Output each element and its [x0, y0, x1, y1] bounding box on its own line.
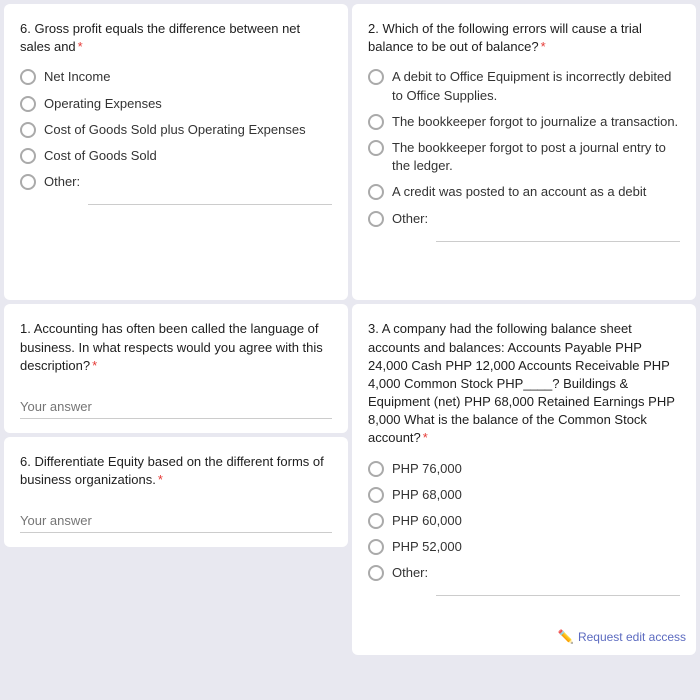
option-label: A credit was posted to an account as a d… — [392, 183, 646, 201]
option-label: PHP 68,000 — [392, 486, 462, 504]
radio-php68[interactable] — [368, 487, 384, 503]
q6-equity-question: 6. Differentiate Equity based on the dif… — [20, 453, 332, 489]
radio-forgot-journalize[interactable] — [368, 114, 384, 130]
option-row: A debit to Office Equipment is incorrect… — [368, 68, 680, 104]
card-q6-gross: 6. Gross profit equals the difference be… — [4, 4, 348, 300]
option-row: Other: — [368, 564, 680, 596]
radio-other-trial[interactable] — [368, 211, 384, 227]
option-row: Cost of Goods Sold plus Operating Expens… — [20, 121, 332, 139]
option-label: Other: — [392, 210, 428, 228]
radio-cogs-plus-op[interactable] — [20, 122, 36, 138]
option-row: The bookkeeper forgot to post a journal … — [368, 139, 680, 175]
option-label: Net Income — [44, 68, 110, 86]
other-balance-input[interactable] — [436, 572, 680, 596]
radio-php52[interactable] — [368, 539, 384, 555]
option-label: Other: — [44, 173, 80, 191]
option-label: PHP 76,000 — [392, 460, 462, 478]
q1-accounting-input[interactable] — [20, 395, 332, 419]
option-label: Operating Expenses — [44, 95, 162, 113]
card-q3-balance: 3. A company had the following balance s… — [352, 304, 696, 655]
radio-php76[interactable] — [368, 461, 384, 477]
option-row: Other: — [368, 210, 680, 242]
request-edit-label: Request edit access — [578, 630, 686, 644]
left-middle-bottom: 1. Accounting has often been called the … — [4, 304, 348, 655]
card-q1-accounting: 1. Accounting has often been called the … — [4, 304, 348, 433]
q6-gross-question: 6. Gross profit equals the difference be… — [20, 20, 332, 56]
radio-net-income[interactable] — [20, 69, 36, 85]
option-label: PHP 60,000 — [392, 512, 462, 530]
card-q2-trial: 2. Which of the following errors will ca… — [352, 4, 696, 300]
radio-office-equipment[interactable] — [368, 69, 384, 85]
q6-equity-input[interactable] — [20, 509, 332, 533]
option-label: The bookkeeper forgot to post a journal … — [392, 139, 680, 175]
option-row: Other: — [20, 173, 332, 205]
option-label: PHP 52,000 — [392, 538, 462, 556]
radio-forgot-post[interactable] — [368, 140, 384, 156]
radio-operating-expenses[interactable] — [20, 96, 36, 112]
radio-other-balance[interactable] — [368, 565, 384, 581]
option-row: The bookkeeper forgot to journalize a tr… — [368, 113, 680, 131]
request-edit-button[interactable]: ✏️ Request edit access — [558, 629, 686, 645]
radio-other-gross[interactable] — [20, 174, 36, 190]
radio-credit-debit[interactable] — [368, 184, 384, 200]
option-row: Operating Expenses — [20, 95, 332, 113]
radio-cogs[interactable] — [20, 148, 36, 164]
card-q6-equity: 6. Differentiate Equity based on the dif… — [4, 437, 348, 547]
option-label: Other: — [392, 564, 428, 582]
q1-accounting-question: 1. Accounting has often been called the … — [20, 320, 332, 375]
option-label: The bookkeeper forgot to journalize a tr… — [392, 113, 678, 131]
option-row: A credit was posted to an account as a d… — [368, 183, 680, 201]
other-gross-input[interactable] — [88, 181, 332, 205]
option-row: Net Income — [20, 68, 332, 86]
option-row: PHP 68,000 — [368, 486, 680, 504]
option-label: A debit to Office Equipment is incorrect… — [392, 68, 680, 104]
radio-php60[interactable] — [368, 513, 384, 529]
option-label: Cost of Goods Sold plus Operating Expens… — [44, 121, 306, 139]
option-row: PHP 52,000 — [368, 538, 680, 556]
q3-balance-question: 3. A company had the following balance s… — [368, 320, 680, 447]
q2-trial-question: 2. Which of the following errors will ca… — [368, 20, 680, 56]
other-trial-input[interactable] — [436, 218, 680, 242]
option-label: Cost of Goods Sold — [44, 147, 157, 165]
option-row: PHP 60,000 — [368, 512, 680, 530]
pencil-icon: ✏️ — [558, 629, 574, 645]
option-row: Cost of Goods Sold — [20, 147, 332, 165]
option-row: PHP 76,000 — [368, 460, 680, 478]
